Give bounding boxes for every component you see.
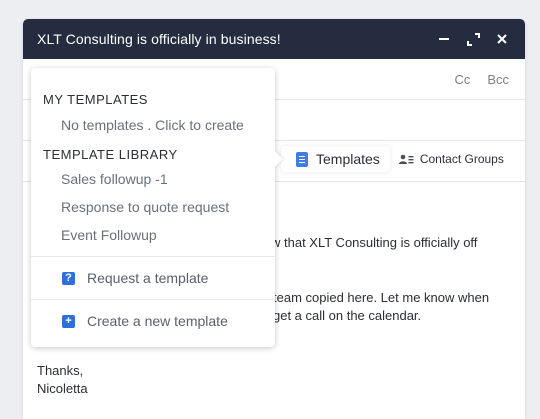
compose-toolbar: Templates Contact Groups: [281, 143, 525, 175]
cc-button[interactable]: Cc: [454, 72, 470, 87]
title-bar: XLT Consulting is officially in business…: [23, 19, 525, 59]
templates-menu: MY TEMPLATES No templates . Click to cre…: [31, 68, 275, 347]
signoff-text[interactable]: Thanks,: [37, 362, 83, 380]
no-templates-link[interactable]: No templates . Click to create: [61, 117, 244, 133]
templates-label: Templates: [316, 151, 380, 167]
contact-groups-button[interactable]: Contact Groups: [398, 152, 504, 166]
library-item-sales-followup[interactable]: Sales followup -1: [61, 171, 168, 187]
signature-text[interactable]: Nicoletta: [37, 380, 88, 398]
library-item-event-followup[interactable]: Event Followup: [61, 227, 157, 243]
request-template-label: Request a template: [87, 270, 209, 286]
question-icon: ?: [62, 271, 75, 285]
contact-groups-icon: [398, 154, 414, 164]
menu-divider: [31, 256, 275, 257]
plus-icon: +: [62, 314, 75, 328]
expand-button[interactable]: [462, 28, 484, 50]
minimize-button[interactable]: [433, 28, 455, 50]
body-text-line[interactable]: get a call on the calendar.: [273, 307, 421, 325]
minimize-icon: [439, 38, 449, 40]
create-template-label: Create a new template: [87, 313, 228, 329]
library-item-response-to-quote[interactable]: Response to quote request: [61, 199, 229, 215]
body-text-line[interactable]: team copied here. Let me know when: [273, 289, 489, 307]
template-library-heading: TEMPLATE LIBRARY: [43, 147, 178, 162]
bcc-button[interactable]: Bcc: [487, 72, 509, 87]
menu-pointer: [274, 150, 283, 168]
templates-button[interactable]: Templates: [281, 146, 390, 172]
request-template-button[interactable]: ? Request a template: [62, 270, 208, 286]
expand-icon: [466, 32, 480, 46]
menu-divider: [31, 299, 275, 300]
window-title: XLT Consulting is officially in business…: [37, 31, 281, 47]
close-button[interactable]: [491, 28, 513, 50]
my-templates-heading: MY TEMPLATES: [43, 92, 148, 107]
document-icon: [296, 151, 308, 167]
contact-groups-label: Contact Groups: [419, 152, 504, 166]
close-icon: [497, 34, 507, 44]
create-template-button[interactable]: + Create a new template: [62, 313, 228, 329]
body-text-line[interactable]: w that XLT Consulting is officially off: [271, 234, 477, 252]
